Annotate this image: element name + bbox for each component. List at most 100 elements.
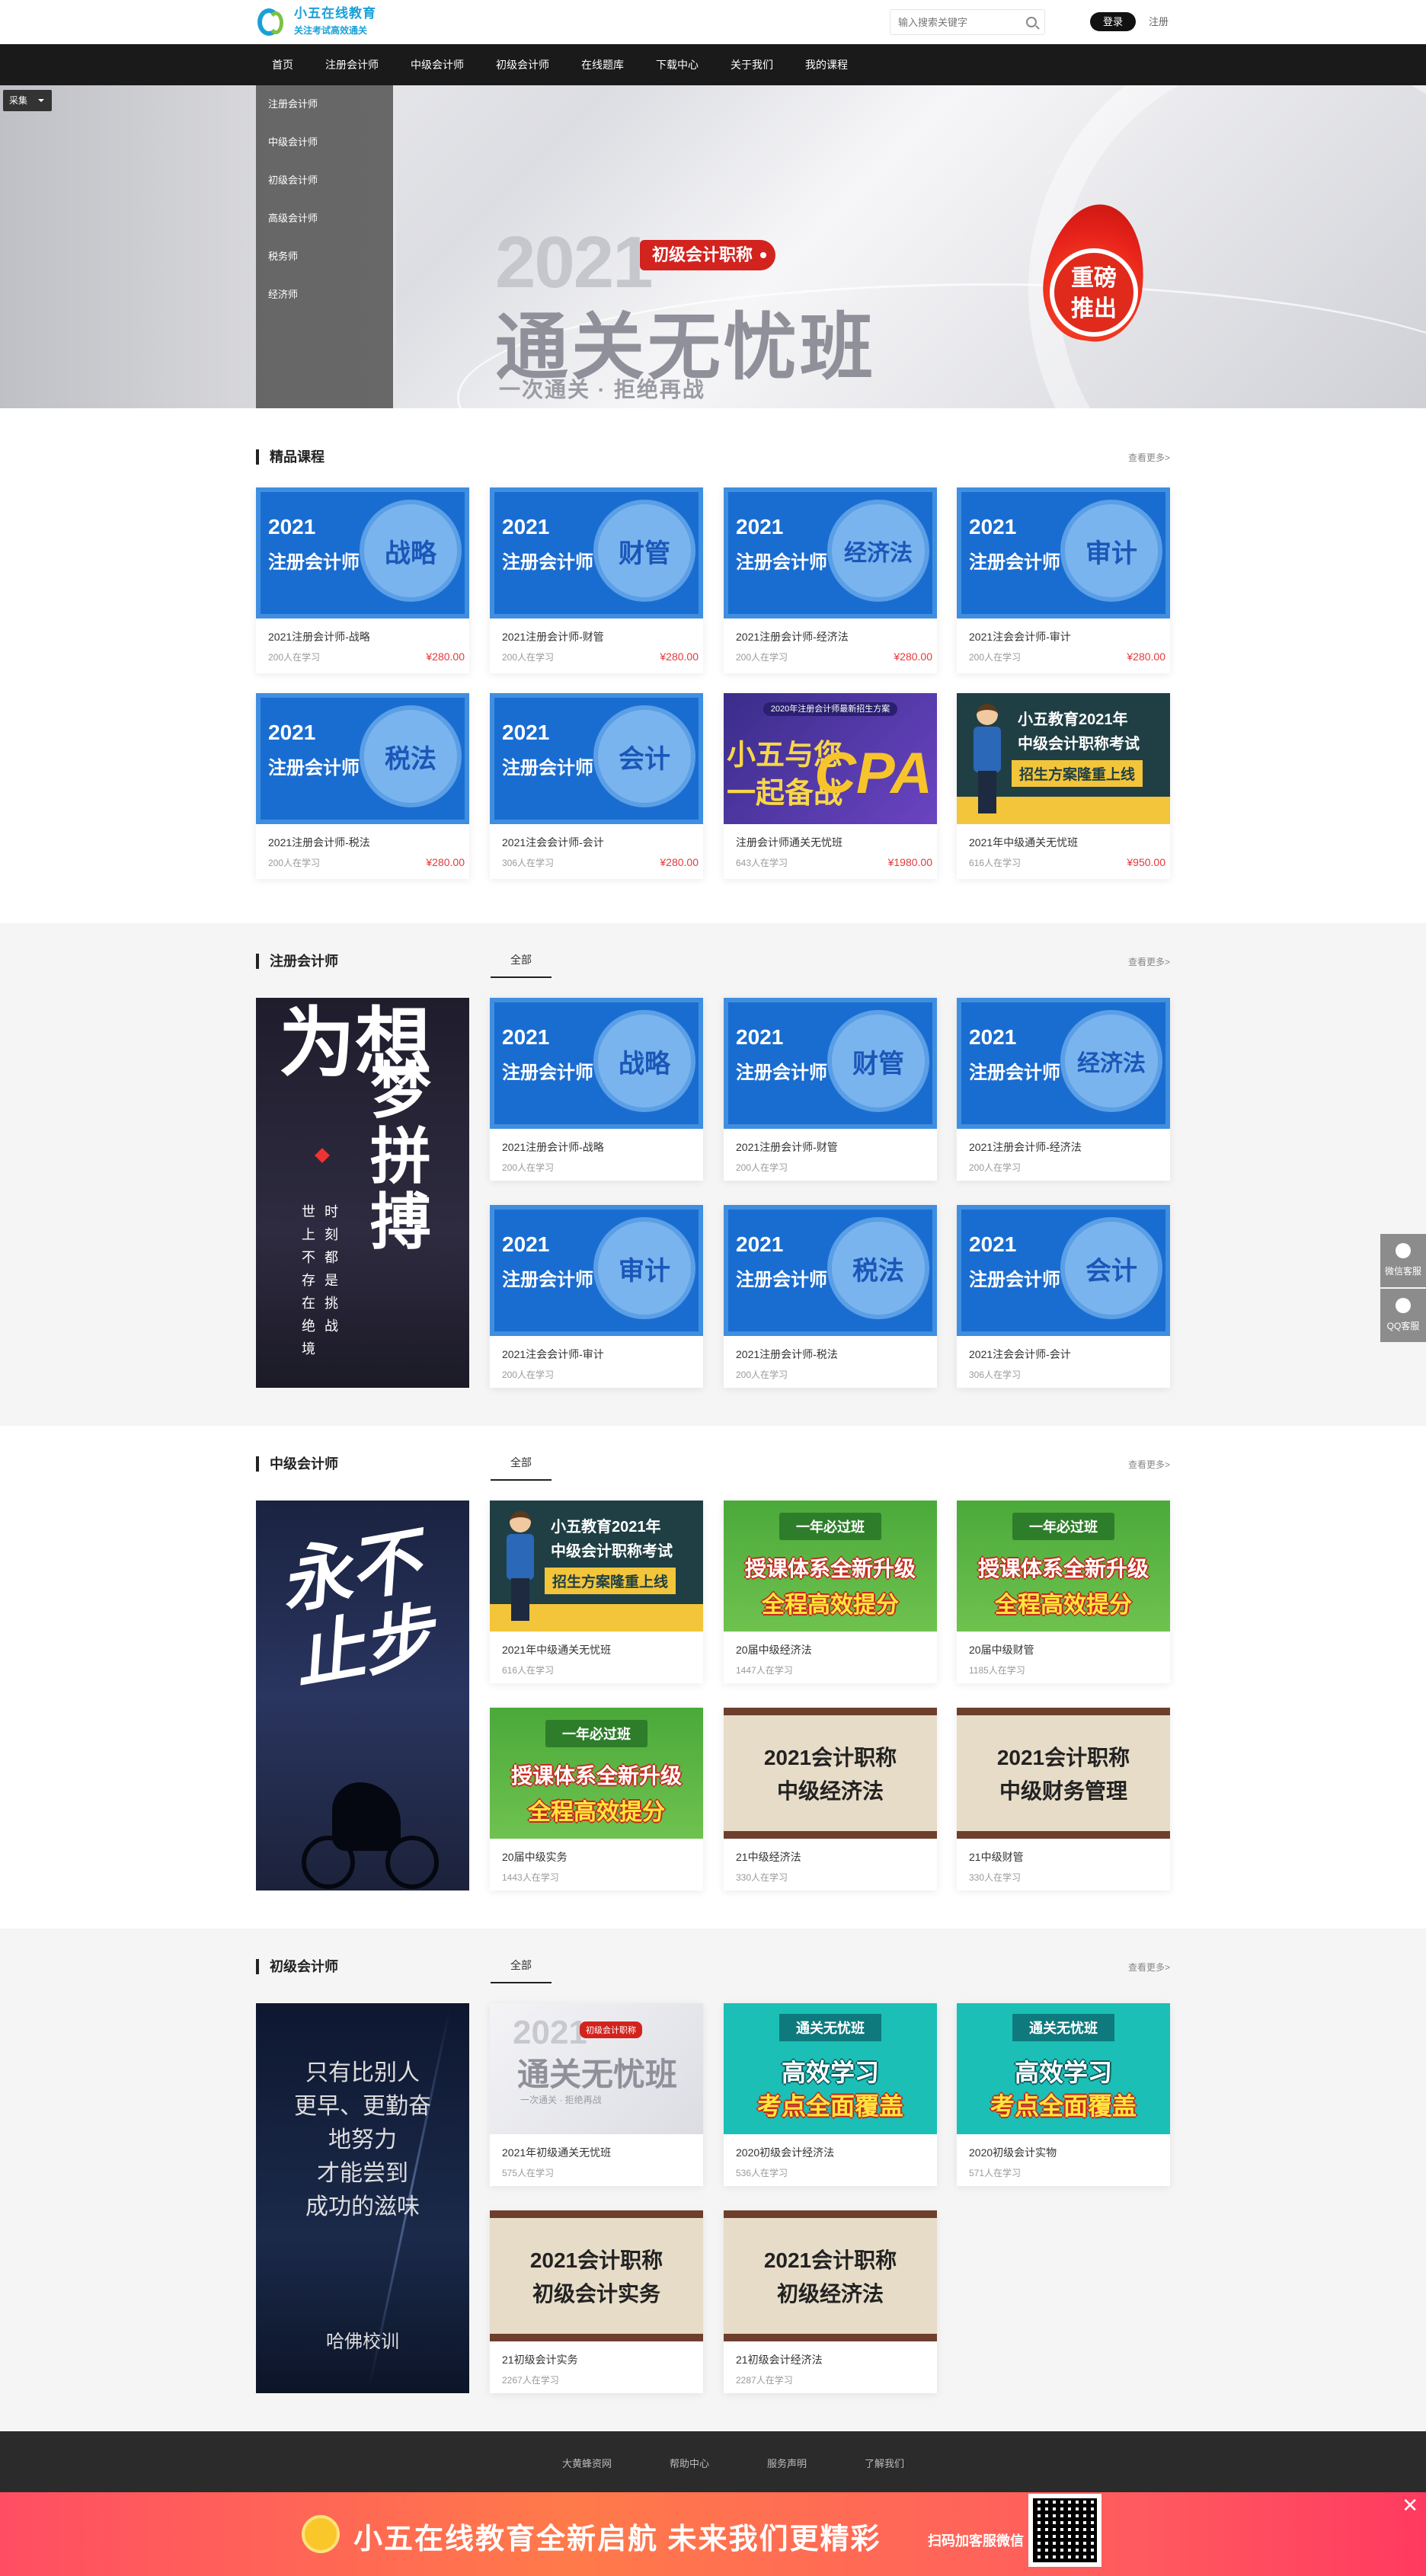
course-card[interactable]: 2021会计职称 中级财务管理 21中级财管 330人在学习 bbox=[957, 1708, 1170, 1890]
course-name[interactable]: 2021注册会计师-战略 bbox=[502, 1139, 700, 1155]
course-thumbnail: 一年必过班 授课体系全新升级 全程高效提分 bbox=[724, 1501, 937, 1632]
course-card[interactable]: 2021 注册会计师 审计 2021注会会计师-审计 200人在学习 ¥280.… bbox=[957, 487, 1170, 673]
course-card[interactable]: 2021 注册会计师 经济法 2021注册会计师-经济法 200人在学习 bbox=[957, 998, 1170, 1181]
footer-link[interactable]: 服务声明 bbox=[738, 2456, 836, 2470]
course-card[interactable]: 2021 注册会计师 税法 2021注册会计师-税法 200人在学习 bbox=[724, 1205, 937, 1388]
tab-all[interactable]: 全部 bbox=[491, 1958, 552, 1983]
course-name[interactable]: 2020初级会计经济法 bbox=[736, 2145, 934, 2160]
course-card[interactable]: 一年必过班 授课体系全新升级 全程高效提分 20届中级经济法 1447人在学习 bbox=[724, 1501, 937, 1683]
wechat-service-button[interactable]: 微信客服 bbox=[1380, 1234, 1426, 1287]
course-name[interactable]: 2021注会会计师-会计 bbox=[502, 835, 700, 850]
side-menu-item[interactable]: 高级会计师 bbox=[256, 200, 393, 238]
badge-line1: 重磅 bbox=[1071, 266, 1117, 291]
course-name[interactable]: 2021注册会计师-经济法 bbox=[736, 629, 934, 644]
view-more-link[interactable]: 查看更多> bbox=[1128, 1458, 1170, 1471]
course-card[interactable]: 2021 注册会计师 财管 2021注册会计师-财管 200人在学习 ¥280.… bbox=[490, 487, 703, 673]
course-name[interactable]: 2021年中级通关无忧班 bbox=[502, 1642, 700, 1657]
cpa-poster[interactable]: 为想 梦拼搏 世上不存在绝境 时刻都是挑战 bbox=[256, 998, 469, 1388]
footer-link[interactable]: 大黄蜂资网 bbox=[533, 2456, 641, 2470]
nav-item-intermediate[interactable]: 中级会计师 bbox=[395, 44, 480, 85]
course-card[interactable]: 2021会计职称 初级经济法 21初级会计经济法 2287人在学习 bbox=[724, 2210, 937, 2393]
side-menu-item[interactable]: 注册会计师 bbox=[256, 85, 393, 123]
footer-link[interactable]: 帮助中心 bbox=[641, 2456, 738, 2470]
course-name[interactable]: 2021注会会计师-会计 bbox=[969, 1347, 1167, 1362]
course-price: ¥280.00 bbox=[1127, 650, 1165, 663]
nav-item-my-courses[interactable]: 我的课程 bbox=[789, 44, 864, 85]
course-card[interactable]: 一年必过班 授课体系全新升级 全程高效提分 20届中级财管 1185人在学习 bbox=[957, 1501, 1170, 1683]
view-more-link[interactable]: 查看更多> bbox=[1128, 1961, 1170, 1974]
nav-item-question-bank[interactable]: 在线题库 bbox=[565, 44, 640, 85]
side-menu-item[interactable]: 中级会计师 bbox=[256, 123, 393, 161]
intermediate-poster[interactable]: 永不止步 bbox=[256, 1501, 469, 1890]
course-card[interactable]: 2021会计职称 初级会计实务 21初级会计实务 2267人在学习 bbox=[490, 2210, 703, 2393]
hero-banner[interactable]: 2021 初级会计职称 通关无忧班 一次通关 · 拒绝再战 重磅 推出 bbox=[0, 85, 1426, 408]
junior-poster[interactable]: 只有比别人 更早、更勤奋 地努力 才能尝到 成功的滋味 哈佛校训 bbox=[256, 2003, 469, 2393]
course-name[interactable]: 2021注册会计师-财管 bbox=[736, 1139, 934, 1155]
course-name[interactable]: 注册会计师通关无忧班 bbox=[736, 835, 934, 850]
course-card[interactable]: 2021 注册会计师 战略 2021注册会计师-战略 200人在学习 bbox=[490, 998, 703, 1181]
search-box bbox=[890, 9, 1045, 35]
close-icon[interactable]: ✕ bbox=[1402, 2495, 1418, 2515]
course-name[interactable]: 21中级财管 bbox=[969, 1849, 1167, 1865]
nav-item-cpa[interactable]: 注册会计师 bbox=[309, 44, 395, 85]
view-more-link[interactable]: 查看更多> bbox=[1128, 955, 1170, 968]
nav-item-about[interactable]: 关于我们 bbox=[715, 44, 789, 85]
course-card[interactable]: 小五教育2021年 中级会计职称考试 招生方案隆重上线 2021年中级通关无忧班… bbox=[957, 693, 1170, 879]
course-card[interactable]: 2020年注册会计师最新招生方案 小五与您 一起备战 CPA 注册会计师通关无忧… bbox=[724, 693, 937, 879]
course-card[interactable]: 通关无忧班 高效学习 考点全面覆盖 2020初级会计实物 571人在学习 bbox=[957, 2003, 1170, 2186]
login-button[interactable]: 登录 bbox=[1090, 12, 1136, 31]
course-card[interactable]: 2021 初级会计职称 通关无忧班 一次通关 · 拒绝再战 2021年初级通关无… bbox=[490, 2003, 703, 2186]
collect-dropdown[interactable]: 采集 bbox=[3, 90, 52, 111]
scan-text: 扫码加客服微信 bbox=[928, 2533, 1024, 2549]
nav-item-home[interactable]: 首页 bbox=[256, 44, 309, 85]
course-name[interactable]: 21初级会计经济法 bbox=[736, 2352, 934, 2367]
course-name[interactable]: 2021注会会计师-审计 bbox=[969, 629, 1167, 644]
course-card[interactable]: 通关无忧班 高效学习 考点全面覆盖 2020初级会计经济法 536人在学习 bbox=[724, 2003, 937, 2186]
search-input[interactable] bbox=[890, 10, 1012, 34]
course-card[interactable]: 2021 注册会计师 审计 2021注会会计师-审计 200人在学习 bbox=[490, 1205, 703, 1388]
course-card[interactable]: 一年必过班 授课体系全新升级 全程高效提分 20届中级实务 1443人在学习 bbox=[490, 1708, 703, 1890]
course-name[interactable]: 2021注册会计师-财管 bbox=[502, 629, 700, 644]
wechat-icon bbox=[1396, 1243, 1411, 1258]
student-count: 1447人在学习 bbox=[736, 1665, 793, 1676]
nav-item-junior[interactable]: 初级会计师 bbox=[480, 44, 565, 85]
side-menu-item[interactable]: 经济师 bbox=[256, 276, 393, 314]
course-card[interactable]: 2021 注册会计师 经济法 2021注册会计师-经济法 200人在学习 ¥28… bbox=[724, 487, 937, 673]
course-thumbnail: 2021会计职称 中级财务管理 bbox=[957, 1708, 1170, 1839]
course-name[interactable]: 20届中级经济法 bbox=[736, 1642, 934, 1657]
logo[interactable]: 小五在线教育 关注考试高效通关 bbox=[256, 3, 376, 41]
student-count: 200人在学习 bbox=[502, 1162, 555, 1173]
course-name[interactable]: 21中级经济法 bbox=[736, 1849, 934, 1865]
course-card[interactable]: 小五教育2021年 中级会计职称考试 招生方案隆重上线 2021年中级通关无忧班… bbox=[490, 1501, 703, 1683]
course-name[interactable]: 2021注册会计师-经济法 bbox=[969, 1139, 1167, 1155]
search-icon[interactable] bbox=[1026, 17, 1037, 27]
course-name[interactable]: 2021注册会计师-战略 bbox=[268, 629, 466, 644]
course-name[interactable]: 2021注册会计师-税法 bbox=[268, 835, 466, 850]
course-card[interactable]: 2021 注册会计师 战略 2021注册会计师-战略 200人在学习 ¥280.… bbox=[256, 487, 469, 673]
view-more-link[interactable]: 查看更多> bbox=[1128, 451, 1170, 464]
course-card[interactable]: 2021会计职称 中级经济法 21中级经济法 330人在学习 bbox=[724, 1708, 937, 1890]
side-menu-item[interactable]: 初级会计师 bbox=[256, 161, 393, 200]
course-name[interactable]: 2021年中级通关无忧班 bbox=[969, 835, 1167, 850]
footer-link[interactable]: 了解我们 bbox=[836, 2456, 933, 2470]
course-name[interactable]: 20届中级财管 bbox=[969, 1642, 1167, 1657]
header: 小五在线教育 关注考试高效通关 登录 注册 bbox=[0, 0, 1426, 44]
course-name[interactable]: 20届中级实务 bbox=[502, 1849, 700, 1865]
tab-all[interactable]: 全部 bbox=[491, 952, 552, 978]
course-name[interactable]: 2021注册会计师-税法 bbox=[736, 1347, 934, 1362]
course-card[interactable]: 2021 注册会计师 会计 2021注会会计师-会计 306人在学习 ¥280.… bbox=[490, 693, 703, 879]
section-title: 中级会计师 bbox=[256, 1456, 338, 1472]
course-name[interactable]: 2021注会会计师-审计 bbox=[502, 1347, 700, 1362]
course-name[interactable]: 21初级会计实务 bbox=[502, 2352, 700, 2367]
course-card[interactable]: 2021 注册会计师 财管 2021注册会计师-财管 200人在学习 bbox=[724, 998, 937, 1181]
banner-subtitle: 一次通关 · 拒绝再战 bbox=[499, 378, 705, 401]
tab-all[interactable]: 全部 bbox=[491, 1455, 552, 1481]
course-name[interactable]: 2020初级会计实物 bbox=[969, 2145, 1167, 2160]
course-card[interactable]: 2021 注册会计师 会计 2021注会会计师-会计 306人在学习 bbox=[957, 1205, 1170, 1388]
course-name[interactable]: 2021年初级通关无忧班 bbox=[502, 2145, 700, 2160]
side-menu-item[interactable]: 税务师 bbox=[256, 238, 393, 276]
register-link[interactable]: 注册 bbox=[1149, 14, 1169, 28]
course-card[interactable]: 2021 注册会计师 税法 2021注册会计师-税法 200人在学习 ¥280.… bbox=[256, 693, 469, 879]
qq-service-button[interactable]: QQ客服 bbox=[1380, 1289, 1426, 1342]
nav-item-downloads[interactable]: 下载中心 bbox=[640, 44, 715, 85]
